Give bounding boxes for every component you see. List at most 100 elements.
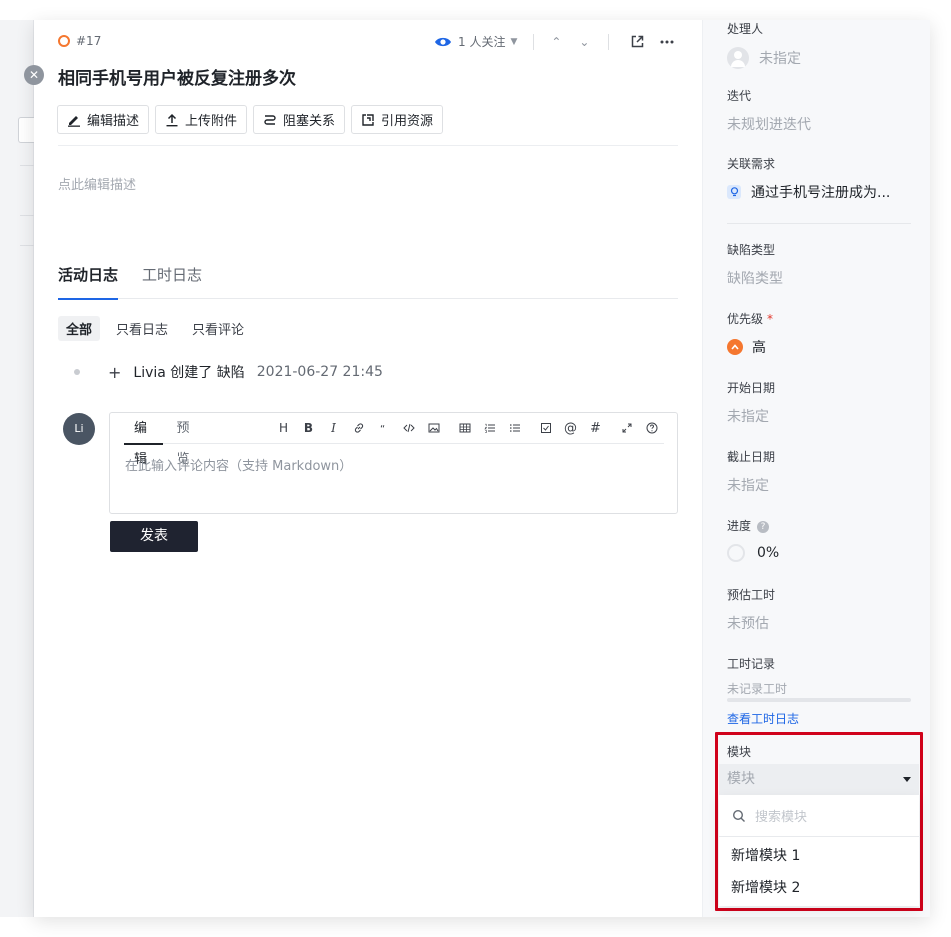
priority-field: 优先级 * 高 [727, 310, 773, 357]
markdown-toolbar: H B I “ @ # [271, 420, 664, 436]
worklog-progress-bar [727, 698, 911, 702]
tab-preview[interactable]: 预览 [167, 413, 206, 467]
help-icon[interactable] [639, 420, 664, 436]
due-date-value[interactable]: 未指定 [727, 475, 775, 495]
iteration-value[interactable]: 未规划进迭代 [727, 114, 811, 134]
link-icon[interactable] [346, 420, 371, 436]
tab-worklog[interactable]: 工时日志 [142, 262, 202, 299]
start-date-field: 开始日期 未指定 [727, 379, 775, 426]
progress-field: 进度? 0% [727, 517, 779, 562]
heading-icon[interactable]: H [271, 420, 296, 436]
module-option[interactable]: 新增模块 2 [719, 872, 919, 904]
ordered-list-icon[interactable] [477, 420, 502, 436]
header-actions: 1 人关注 ▼ ⌃ ⌄ [434, 33, 675, 50]
background-divider [20, 245, 34, 246]
submit-comment-button[interactable]: 发表 [110, 521, 198, 552]
relation-icon [264, 114, 276, 125]
issue-id: #17 [58, 34, 101, 48]
reference-icon [362, 113, 374, 126]
defect-type-field: 缺陷类型 缺陷类型 [727, 241, 783, 288]
description-placeholder[interactable]: 点此编辑描述 [58, 174, 136, 193]
module-select[interactable]: 模块 [719, 764, 919, 795]
table-icon[interactable] [452, 420, 477, 436]
image-icon[interactable] [421, 420, 446, 436]
filter-comments-only[interactable]: 只看评论 [184, 316, 252, 341]
worklog-value: 未记录工时 [727, 682, 788, 696]
priority-label-text: 优先级 [727, 312, 764, 326]
quote-icon[interactable]: “ [371, 420, 396, 436]
comment-editor[interactable]: 编辑 预览 H B I “ @ # 在此输入评论内容（支持 Markdown） [109, 412, 678, 514]
tab-edit[interactable]: 编辑 [124, 413, 163, 467]
iteration-label: 迭代 [727, 89, 752, 103]
assignee-value[interactable]: 未指定 [727, 47, 801, 69]
follow-button[interactable]: 1 人关注 ▼ [434, 33, 517, 50]
bullet-list-icon[interactable] [502, 420, 527, 436]
view-worklog-link[interactable]: 查看工时日志 [727, 710, 799, 727]
issue-detail-panel: #17 1 人关注 ▼ ⌃ ⌄ 相同手机号用户被反复注册多次 编辑描述 上传附件… [34, 20, 930, 917]
issue-toolbar: 编辑描述 上传附件 阻塞关系 引用资源 [57, 105, 444, 134]
filter-all[interactable]: 全部 [58, 316, 101, 341]
bug-type-icon [58, 35, 70, 47]
related-requirement-value[interactable]: 通过手机号注册成为... [727, 182, 890, 202]
activity-log-time: 2021-06-27 21:45 [256, 364, 383, 380]
activity-tabs: 活动日志 工时日志 [58, 262, 678, 300]
upload-attachment-button[interactable]: 上传附件 [155, 105, 248, 134]
open-external-icon[interactable] [629, 34, 645, 50]
module-search-placeholder: 搜索模块 [755, 810, 808, 825]
iteration-field: 迭代 未规划进迭代 [727, 87, 811, 134]
start-date-label: 开始日期 [727, 381, 776, 395]
edit-description-button[interactable]: 编辑描述 [57, 105, 150, 134]
italic-icon[interactable]: I [321, 420, 346, 436]
chevron-up-icon[interactable]: ⌃ [548, 35, 564, 49]
filter-logs-only[interactable]: 只看日志 [108, 316, 176, 341]
progress-value-text: 0% [757, 545, 780, 561]
hashtag-icon[interactable]: # [583, 420, 608, 436]
background-divider [20, 215, 34, 216]
due-date-field: 截止日期 未指定 [727, 448, 775, 495]
question-icon[interactable]: ? [757, 520, 770, 533]
priority-value[interactable]: 高 [727, 337, 773, 357]
plus-icon: + [108, 362, 122, 382]
module-search-input[interactable]: 搜索模块 [719, 795, 919, 837]
toolbar-divider [58, 145, 678, 146]
module-label: 模块 [727, 745, 752, 759]
module-option[interactable]: 新增模块 1 [719, 840, 919, 872]
estimate-value[interactable]: 未预估 [727, 613, 775, 633]
mention-icon[interactable]: @ [558, 420, 583, 436]
worklog-label: 工时记录 [727, 657, 776, 671]
close-icon[interactable]: ✕ [24, 65, 44, 85]
defect-type-value[interactable]: 缺陷类型 [727, 268, 783, 288]
sidebar-divider [727, 223, 911, 224]
svg-text:“: “ [380, 424, 385, 434]
issue-title[interactable]: 相同手机号用户被反复注册多次 [58, 64, 296, 89]
eye-icon [435, 37, 451, 46]
reference-resource-label: 引用资源 [381, 114, 434, 129]
start-date-value[interactable]: 未指定 [727, 406, 775, 426]
chevron-down-icon: ▼ [510, 36, 518, 47]
blocking-relation-label: 阻塞关系 [283, 114, 336, 129]
expand-icon[interactable] [614, 420, 639, 436]
activity-filters: 全部 只看日志 只看评论 [58, 316, 252, 341]
priority-label: 优先级 * [727, 310, 773, 327]
progress-label-text: 进度 [727, 519, 752, 533]
issue-id-text: #17 [76, 34, 102, 48]
code-icon[interactable] [396, 420, 421, 436]
due-date-label: 截止日期 [727, 450, 776, 464]
comment-input[interactable]: 在此输入评论内容（支持 Markdown） [125, 455, 352, 474]
related-requirement-label: 关联需求 [727, 157, 776, 171]
module-dropdown: 搜索模块 新增模块 1 新增模块 2 [719, 795, 919, 906]
bold-icon[interactable]: B [296, 420, 321, 436]
followers-count: 1 人关注 [458, 35, 506, 49]
module-select-value: 模块 [727, 771, 755, 787]
tab-activity-log[interactable]: 活动日志 [58, 262, 119, 300]
chevron-down-icon[interactable]: ⌄ [576, 35, 592, 49]
more-icon[interactable] [659, 34, 675, 50]
avatar: Li [63, 413, 95, 445]
progress-value[interactable]: 0% [727, 544, 779, 562]
checkbox-icon[interactable] [533, 420, 558, 436]
upload-attachment-label: 上传附件 [185, 114, 238, 129]
header-separator [533, 33, 535, 50]
related-requirement-field: 关联需求 通过手机号注册成为... [727, 155, 890, 202]
reference-resource-button[interactable]: 引用资源 [351, 105, 444, 134]
blocking-relation-button[interactable]: 阻塞关系 [253, 105, 346, 134]
